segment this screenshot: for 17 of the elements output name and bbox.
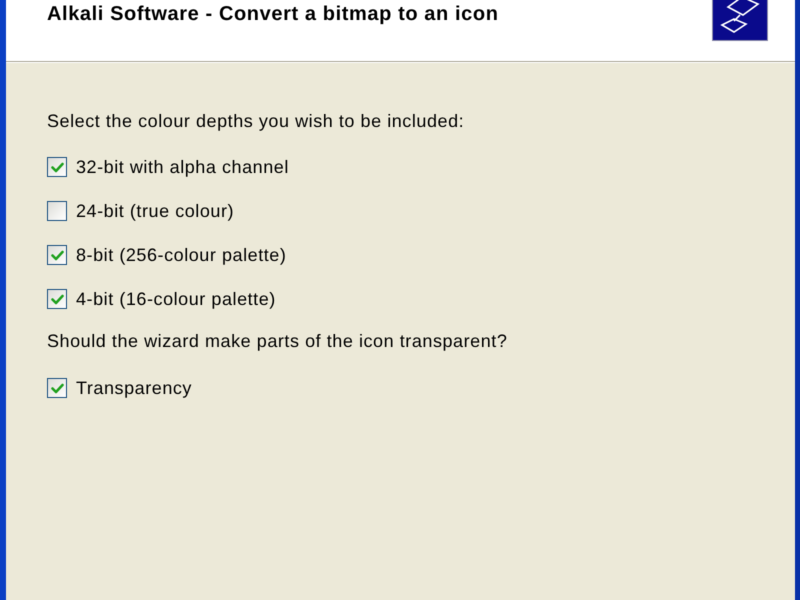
- checkmark-icon: [50, 294, 64, 304]
- wizard-title: Alkali Software - Convert a bitmap to an icon: [47, 2, 499, 26]
- checkbox-label[interactable]: 4-bit (16-colour palette): [76, 288, 276, 310]
- checkbox[interactable]: [47, 157, 67, 177]
- checkbox-label[interactable]: 8-bit (256-colour palette): [76, 244, 286, 266]
- checkbox-label[interactable]: Transparency: [76, 377, 192, 399]
- instruction-text: Select the colour depths you wish to be included:: [47, 110, 466, 132]
- checkbox[interactable]: [47, 201, 67, 221]
- checkmark-icon: [50, 162, 64, 172]
- instruction-text: Should the wizard make parts of the icon transparent?: [47, 330, 508, 352]
- checkbox-label[interactable]: 32-bit with alpha channel: [76, 156, 289, 178]
- checkbox[interactable]: [47, 245, 67, 265]
- checkmark-icon: [50, 250, 64, 260]
- checkbox[interactable]: [47, 378, 67, 398]
- checkbox[interactable]: [47, 289, 67, 309]
- checkbox-label[interactable]: 24-bit (true colour): [76, 200, 234, 222]
- checkmark-icon: [50, 382, 64, 394]
